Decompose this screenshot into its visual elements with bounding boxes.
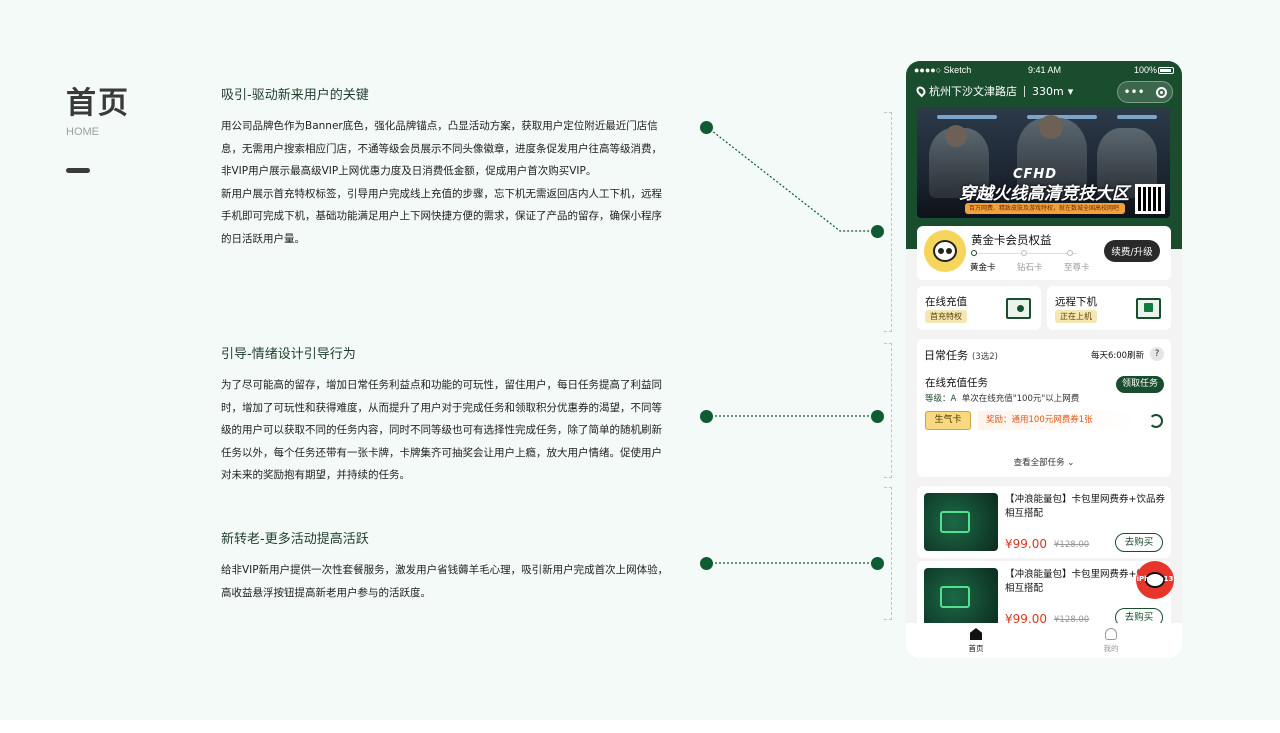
refresh-icon[interactable] [1149, 414, 1163, 428]
section-guide: 引导-情绪设计引导行为 为了尽可能高的留存，增加日常任务利益点和功能的可玩性，留… [221, 343, 671, 487]
bracket-section-3 [884, 487, 892, 620]
tab-bar: 首页 我的 [906, 623, 1182, 658]
page-title: 首页 [66, 86, 130, 121]
connector-line-1 [706, 126, 877, 232]
connector-dot [700, 121, 713, 134]
product-price: ¥99.00 [1005, 537, 1047, 551]
section-heading: 新转老-更多活动提高活跃 [221, 532, 369, 547]
section-paragraph: 给非VIP新用户提供一次性套餐服务，激发用户省钱薅羊毛心理，吸引新用户完成首次上… [221, 564, 669, 599]
status-time: 9:41 AM [1028, 65, 1062, 75]
connector-dot [871, 410, 884, 423]
soldier-head [1039, 115, 1063, 139]
section-paragraph: 为了尽可能高的留存，增加日常任务利益点和功能的可玩性，留住用户，每日任务提高了利… [221, 379, 662, 481]
floating-promo-button[interactable]: iPhone13 [1136, 561, 1174, 599]
product-original-price: ¥128.00 [1054, 540, 1090, 550]
ceiling-light [937, 115, 997, 119]
claim-task-button[interactable]: 领取任务 [1116, 376, 1164, 393]
product-image [924, 568, 998, 626]
close-target-icon[interactable] [1155, 86, 1167, 98]
status-carrier: ●●●●○ Sketch [914, 65, 972, 75]
promo-banner[interactable]: CFHD 穿越火线高清竞技大区 百万网费、精致皮肤及游戏特权，就在数城全国高校网… [917, 107, 1170, 218]
connector-dot [700, 557, 713, 570]
online-recharge-card[interactable]: 在线充值 首充特权 [917, 286, 1041, 330]
help-icon[interactable]: ? [1150, 347, 1164, 361]
profile-icon [1105, 628, 1117, 640]
vip-title: 黄金卡会员权益 [971, 233, 1052, 247]
service-badge: 首充特权 [925, 310, 967, 323]
tier-dot [1067, 250, 1073, 256]
page-subtitle: HOME [66, 126, 99, 138]
mini-program-capsule[interactable]: ••• [1117, 81, 1173, 103]
page-bottom-strip [0, 720, 1280, 733]
connector-dot [871, 557, 884, 570]
connector-dot [871, 225, 884, 238]
task-count: (3选2) [972, 352, 998, 362]
status-battery: 100% [1134, 65, 1158, 75]
task-reward: 奖励：通用100元网费券1张 [978, 411, 1138, 430]
ceiling-light [1117, 115, 1157, 119]
section-heading: 吸引-驱动新来用户的关键 [221, 88, 369, 103]
banner-headline: 穿越火线高清竞技大区 [959, 184, 1129, 204]
avatar [924, 230, 966, 272]
chevron-down-icon: ⌄ [1067, 458, 1075, 468]
section-paragraph: 新用户展示首充特权标签，引导用户完成线上充值的步骤，忘下机无需返回店内人工下机，… [221, 187, 662, 245]
task-card-ticket[interactable]: 生气卡 [925, 411, 971, 430]
divider [1024, 85, 1025, 97]
battery-icon [1158, 67, 1174, 74]
tier-dot [1021, 250, 1027, 256]
tab-profile[interactable]: 我的 [1091, 628, 1131, 654]
tab-label: 我的 [1103, 644, 1119, 653]
soldier-head [945, 125, 967, 147]
location-pin-icon [914, 84, 928, 98]
bracket-section-2 [884, 343, 892, 478]
section-paragraph: 用公司品牌色作为Banner底色，强化品牌锚点，凸显活动方案，获取用户定位附近最… [221, 120, 662, 177]
store-distance: 330m [1032, 84, 1064, 98]
task-heading: 日常任务 (3选2) [924, 349, 998, 362]
connector-dot [700, 410, 713, 423]
product-card[interactable]: 【冲浪能量包】卡包里网费券+饮品券相互搭配 ¥99.00 ¥128.00 去购买 [917, 486, 1171, 558]
tab-home[interactable]: 首页 [956, 628, 996, 654]
monitor-icon [1136, 298, 1161, 319]
panda-icon [933, 240, 957, 262]
renew-upgrade-button[interactable]: 续费/升级 [1104, 240, 1160, 262]
section-attract: 吸引-驱动新来用户的关键 用公司品牌色作为Banner底色，强化品牌锚点，凸显活… [221, 84, 671, 250]
float-badge-text: iPhone13 [1136, 575, 1174, 583]
phone-mockup: ●●●●○ Sketch 9:41 AM 100% 杭州下沙文津路店 330m … [906, 61, 1182, 658]
qr-code-icon [1135, 184, 1165, 214]
task-name: 在线充值任务 [925, 377, 988, 389]
product-name: 【冲浪能量包】卡包里网费券+饮品券相互搭配 [1005, 494, 1165, 519]
tier-label: 黄金卡 [970, 263, 996, 273]
remote-logoff-card[interactable]: 远程下机 正在上机 [1047, 286, 1171, 330]
tab-label: 首页 [968, 644, 984, 653]
task-refresh-time: 每天6:00刷新 [1091, 351, 1145, 361]
title-underline [66, 168, 90, 173]
tier-label: 钻石卡 [1017, 263, 1043, 273]
service-title: 在线充值 [925, 296, 967, 308]
home-icon [970, 628, 982, 640]
section-retain: 新转老-更多活动提高活跃 给非VIP新用户提供一次性套餐服务，激发用户省钱薅羊毛… [221, 528, 671, 604]
status-bar: ●●●●○ Sketch 9:41 AM 100% [906, 63, 1182, 77]
tier-dot [971, 250, 977, 256]
tier-label: 至尊卡 [1064, 263, 1090, 273]
daily-task-card: 日常任务 (3选2) 每天6:00刷新 ? 在线充值任务 领取任务 等级：A 单次… [917, 339, 1171, 477]
product-image [924, 493, 998, 551]
wallet-icon [1006, 298, 1031, 319]
store-name: 杭州下沙文津路店 [929, 85, 1017, 98]
chevron-down-icon: ▾ [1067, 84, 1074, 98]
buy-button[interactable]: 去购买 [1115, 533, 1163, 552]
section-heading: 引导-情绪设计引导行为 [221, 347, 356, 362]
more-icon[interactable]: ••• [1123, 85, 1144, 99]
store-location[interactable]: 杭州下沙文津路店 330m ▾ [914, 83, 1074, 99]
service-badge: 正在上机 [1055, 310, 1097, 323]
banner-strip: 百万网费、精致皮肤及游戏特权，就在数城全国高校网吧 [965, 203, 1125, 214]
task-level: 等级：A 单次在线充值"100元"以上网费 [925, 394, 1080, 404]
bracket-section-1 [884, 112, 892, 332]
service-title: 远程下机 [1055, 296, 1097, 308]
view-all-tasks-link[interactable]: 查看全部任务 ⌄ [917, 456, 1171, 468]
vip-card[interactable]: 黄金卡会员权益 黄金卡 钻石卡 至尊卡 续费/升级 [917, 226, 1171, 280]
